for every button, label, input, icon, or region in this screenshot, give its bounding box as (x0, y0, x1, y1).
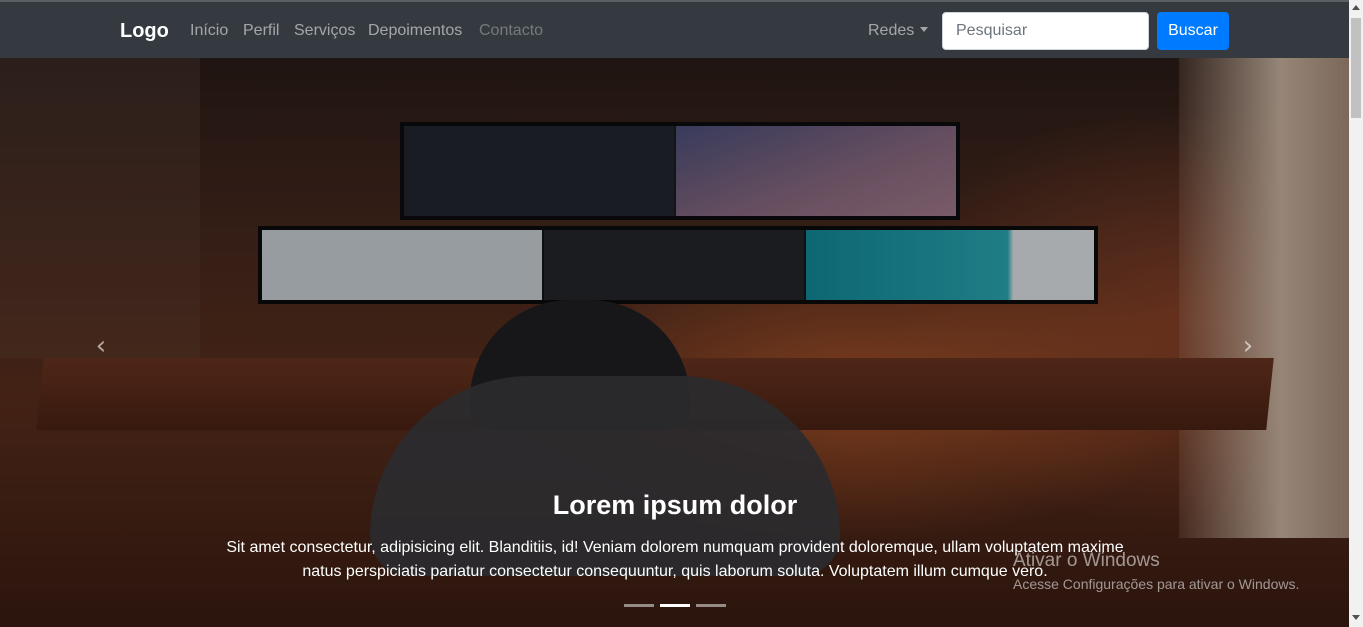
chevron-left-icon[interactable]: ‹ (89, 333, 113, 359)
watermark-title: Ativar o Windows (1013, 550, 1160, 571)
carousel-caption: Lorem ipsum dolor Sit amet consectetur, … (215, 488, 1135, 584)
page-scrollbar[interactable] (1349, 0, 1363, 627)
carousel-indicator-2[interactable] (660, 604, 690, 607)
search-input[interactable] (942, 12, 1149, 50)
caption-title: Lorem ipsum dolor (552, 490, 798, 520)
redes-dropdown[interactable]: Redes (868, 22, 929, 40)
hero-carousel: ‹ › Lorem ipsum dolor Sit amet consectet… (0, 58, 1349, 627)
chevron-right-icon[interactable]: › (1236, 333, 1260, 359)
navbar: Logo Início Perfil Serviços Depoimentos … (0, 0, 1349, 58)
scroll-up-icon[interactable] (1352, 5, 1360, 10)
caret-down-icon (920, 27, 929, 32)
redes-dropdown-label: Redes (868, 22, 915, 39)
nav-link-contacto[interactable]: Contacto (479, 22, 543, 40)
carousel-indicator-3[interactable] (696, 604, 726, 607)
scroll-down-icon[interactable] (1352, 615, 1360, 620)
nav-link-inicio[interactable]: Início (190, 22, 228, 40)
search-button[interactable]: Buscar (1157, 12, 1229, 50)
carousel-indicator-1[interactable] (624, 604, 654, 607)
nav-link-perfil[interactable]: Perfil (243, 22, 279, 40)
scrollbar-thumb[interactable] (1351, 18, 1361, 118)
nav-link-servicos[interactable]: Serviços (294, 22, 355, 40)
brand-logo[interactable]: Logo (120, 20, 169, 43)
windows-activation-watermark: Ativar o Windows Acesse Configurações pa… (1013, 550, 1299, 595)
watermark-subtitle: Acesse Configurações para ativar o Windo… (1013, 576, 1300, 592)
nav-link-depoimentos[interactable]: Depoimentos (368, 22, 462, 40)
caption-text: Sit amet consectetur, adipisicing elit. … (226, 539, 1124, 580)
